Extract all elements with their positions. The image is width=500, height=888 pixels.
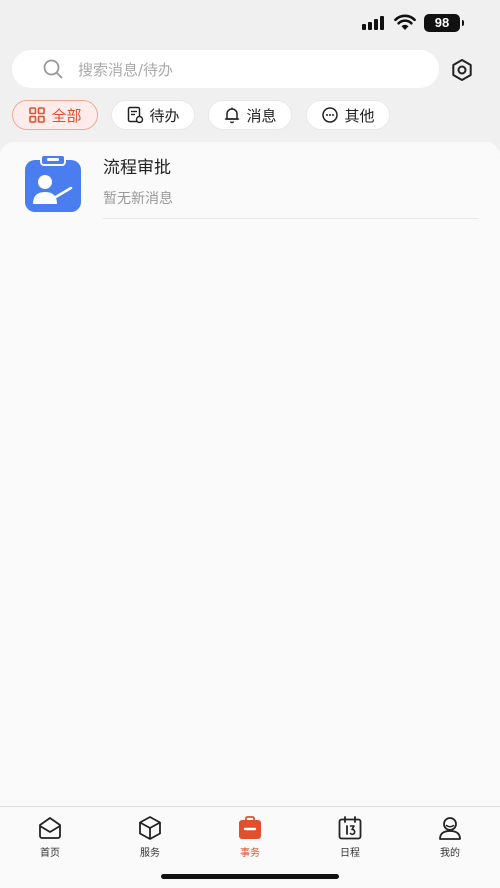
message-list: 流程审批 暂无新消息 <box>0 142 500 808</box>
tabbar-mine[interactable]: 我的 <box>420 815 480 861</box>
battery-indicator: 98 <box>424 14 464 32</box>
tabbar-mine-label: 我的 <box>440 848 460 859</box>
tab-todo-label: 待办 <box>149 106 180 125</box>
search-input-placeholder[interactable]: 搜索消息/待办 <box>78 59 173 80</box>
filter-tabs: 全部 待办 消息 其他 <box>12 100 492 130</box>
todo-icon <box>128 106 144 124</box>
tabbar-services[interactable]: 服务 <box>120 815 180 861</box>
cube-icon <box>139 816 161 840</box>
list-item[interactable]: 流程审批 暂无新消息 <box>0 142 500 220</box>
more-icon <box>322 107 339 123</box>
message-title: 流程审批 <box>103 158 171 178</box>
tab-messages-label: 消息 <box>246 106 277 125</box>
tabbar-home[interactable]: 首页 <box>20 815 80 861</box>
tabbar-affairs-label: 事务 <box>240 848 260 859</box>
tab-other-label: 其他 <box>344 106 375 125</box>
tab-messages[interactable]: 消息 <box>208 100 292 130</box>
tab-other[interactable]: 其他 <box>306 100 390 130</box>
tabbar-affairs[interactable]: 事务 <box>220 815 280 861</box>
search-icon <box>43 59 63 79</box>
profile-icon <box>439 817 461 840</box>
home-icon <box>39 817 61 839</box>
home-indicator <box>161 874 339 879</box>
signal-icon <box>362 16 386 30</box>
tab-todo[interactable]: 待办 <box>111 100 195 130</box>
grid-icon <box>29 107 46 123</box>
settings-icon[interactable] <box>448 56 476 84</box>
bell-icon <box>225 107 240 124</box>
tab-all[interactable]: 全部 <box>12 100 98 130</box>
tabbar-schedule[interactable]: 日程 <box>320 815 380 861</box>
briefcase-icon <box>239 816 261 839</box>
tabbar-schedule-label: 日程 <box>340 848 360 859</box>
message-subtitle: 暂无新消息 <box>103 191 173 207</box>
divider <box>103 218 479 219</box>
tab-all-label: 全部 <box>51 106 82 125</box>
calendar-icon <box>338 816 362 840</box>
tabbar-home-label: 首页 <box>40 848 60 859</box>
search-bar[interactable]: 搜索消息/待办 <box>12 50 439 88</box>
approval-icon <box>25 154 81 212</box>
tabbar-services-label: 服务 <box>140 848 160 859</box>
status-bar: 98 <box>0 0 500 46</box>
wifi-icon <box>394 14 416 30</box>
